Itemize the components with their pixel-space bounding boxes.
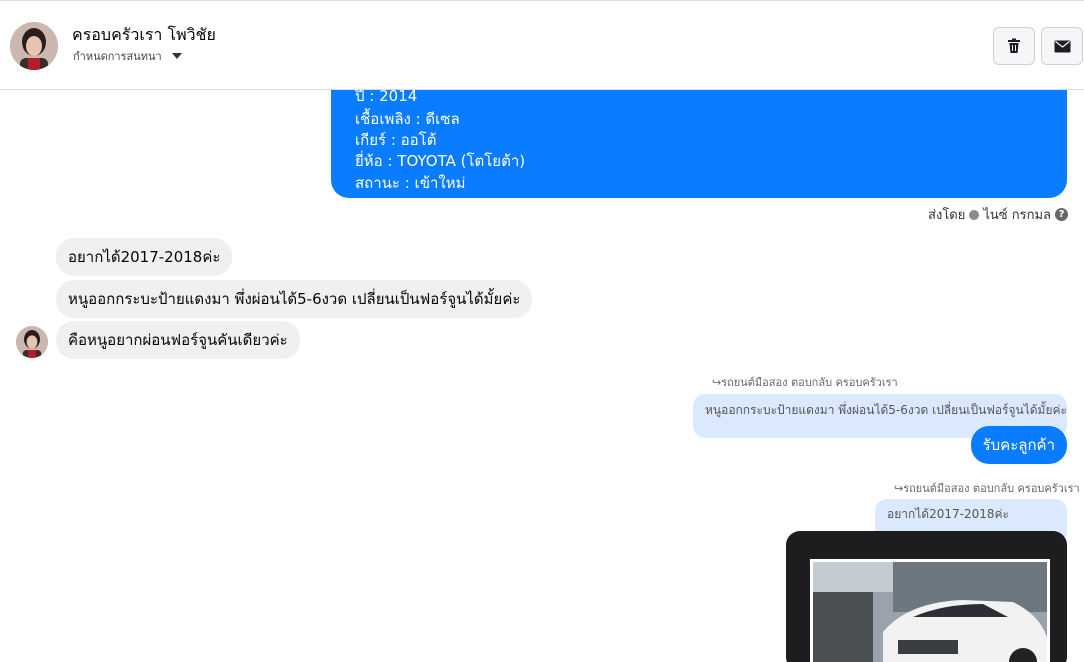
conversation-header: ครอบครัวเรา โพวิชัย กำหนดการสนทนา bbox=[0, 0, 1084, 90]
contact-avatar[interactable] bbox=[10, 22, 58, 70]
contact-avatar-small[interactable] bbox=[16, 326, 48, 358]
sender-name: ไนซ์ กรกมล bbox=[983, 208, 1051, 223]
car-status: สถานะ : เข้าใหม่ bbox=[355, 174, 466, 192]
car-year: ปี : 2014 bbox=[355, 90, 418, 105]
message-thread[interactable]: ปี : 2014 เชื้อเพลิง : ดีเซล เกียร์ : ออ… bbox=[0, 90, 1084, 662]
incoming-message[interactable]: หนูออกกระบะป้ายแดงมา พึ่งผ่อนได้5-6งวด เ… bbox=[56, 280, 533, 318]
reply-label: ↪รถยนต์มือสอง ตอบกลับ ครอบครัวเรา bbox=[712, 376, 898, 389]
trash-icon bbox=[1008, 38, 1020, 53]
reply-label: ↪รถยนต์มือสอง ตอบกลับ ครอบครัวเรา bbox=[894, 482, 1080, 495]
verified-icon bbox=[969, 209, 980, 220]
sent-by-label: ส่งโดย ไนซ์ กรกมล ? bbox=[928, 204, 1068, 225]
incoming-message[interactable]: อยากได้2017-2018ค่ะ bbox=[56, 238, 233, 276]
outgoing-image-message[interactable] bbox=[786, 531, 1067, 662]
sent-by-prefix: ส่งโดย bbox=[928, 208, 966, 223]
conversation-schedule-dropdown[interactable]: กำหนดการสนทนา bbox=[73, 47, 182, 65]
car-photo-graphic bbox=[813, 562, 1047, 662]
caret-down-icon bbox=[171, 53, 182, 59]
avatar-photo bbox=[16, 326, 48, 358]
reply-arrow-icon: ↪ bbox=[894, 482, 904, 495]
car-photo[interactable] bbox=[810, 559, 1050, 662]
contact-name[interactable]: ครอบครัวเรา โพวิชัย bbox=[72, 23, 216, 48]
incoming-message[interactable]: คือหนูอยากผ่อนฟอร์จูนคันเดียวค่ะ bbox=[56, 321, 300, 359]
avatar-photo bbox=[10, 22, 58, 70]
schedule-label: กำหนดการสนทนา bbox=[73, 50, 162, 63]
outgoing-message[interactable]: รับคะลูกค้า bbox=[970, 426, 1067, 464]
mail-button[interactable] bbox=[1041, 27, 1083, 65]
envelope-icon bbox=[1054, 40, 1070, 52]
car-brand: ยี่ห้อ : TOYOTA (โตโยต้า) bbox=[355, 152, 526, 170]
outgoing-car-info-bubble[interactable]: ปี : 2014 เชื้อเพลิง : ดีเซล เกียร์ : ออ… bbox=[331, 90, 1067, 198]
help-icon[interactable]: ? bbox=[1055, 208, 1068, 221]
reply-arrow-icon: ↪ bbox=[712, 376, 722, 389]
delete-button[interactable] bbox=[993, 27, 1035, 65]
